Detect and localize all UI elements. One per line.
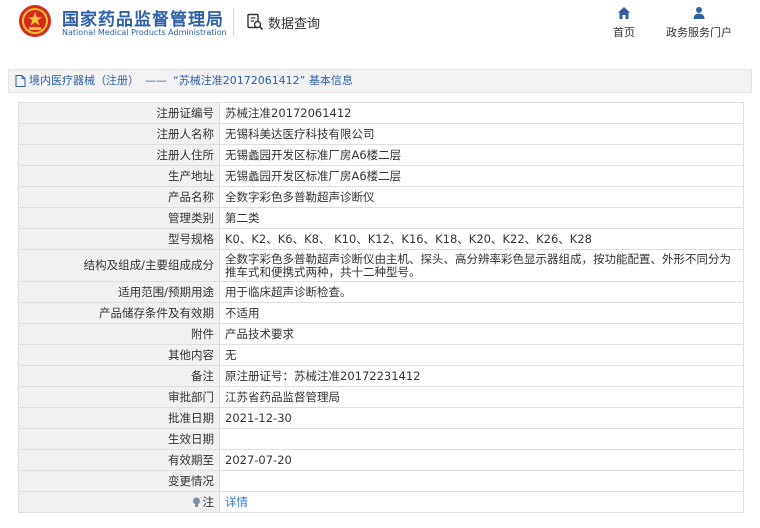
row-label: 备注 (18, 365, 220, 387)
note-label: 注 (202, 494, 215, 509)
row-value: 无 (219, 344, 744, 366)
org-name-cn: 国家药品监督管理局 (62, 10, 224, 30)
row-label: 有效期至 (18, 449, 220, 471)
table-row: 审批部门 江苏省药品监督管理局 (18, 386, 744, 408)
table-row: 附件 产品技术要求 (18, 323, 744, 345)
table-row: 适用范围/预期用途 用于临床超声诊断检查。 (18, 281, 744, 303)
user-icon (693, 7, 705, 19)
row-label: 管理类别 (18, 207, 220, 229)
details-link[interactable]: 详情 (225, 495, 248, 509)
row-value: 无锡蠡园开发区标准厂房A6楼二层 (219, 144, 744, 166)
breadcrumb-current: “苏械注准20172061412” 基本信息 (173, 74, 353, 87)
table-row: 有效期至 2027-07-20 (18, 449, 744, 471)
row-label: 型号规格 (18, 228, 220, 250)
home-icon (618, 7, 630, 19)
org-name-en: National Medical Products Administration (62, 28, 227, 37)
table-row: 注册证编号 苏械注准20172061412 (18, 102, 744, 124)
lightbulb-icon (192, 497, 200, 507)
row-label: 结构及组成/主要组成成分 (18, 249, 220, 282)
row-label: 生效日期 (18, 428, 220, 450)
row-label: 注册人名称 (18, 123, 220, 145)
table-row: 变更情况 (18, 470, 744, 492)
row-label: 注册证编号 (18, 102, 220, 124)
table-row: 注册人名称 无锡科美达医疗科技有限公司 (18, 123, 744, 145)
row-value: 用于临床超声诊断检查。 (219, 281, 744, 303)
search-document-icon (247, 13, 264, 31)
row-label: 审批部门 (18, 386, 220, 408)
row-label-note: 注 (18, 491, 220, 513)
row-value: 不适用 (219, 302, 744, 324)
row-value: 江苏省药品监督管理局 (219, 386, 744, 408)
national-emblem-icon (19, 5, 51, 37)
row-value: 2021-12-30 (219, 407, 744, 429)
breadcrumb: 境内医疗器械（注册） —— “苏械注准20172061412” 基本信息 (8, 69, 752, 93)
row-label: 批准日期 (18, 407, 220, 429)
nav-service-portal[interactable]: 政务服务门户 (654, 6, 744, 40)
row-label: 适用范围/预期用途 (18, 281, 220, 303)
row-value: 全数字彩色多普勒超声诊断仪由主机、探头、高分辨率彩色显示器组成，按功能配置、外形… (219, 249, 744, 282)
site-header: 国家药品监督管理局 National Medical Products Admi… (0, 0, 760, 60)
row-label: 生产地址 (18, 165, 220, 187)
row-value: K0、K2、K6、K8、 K10、K12、K16、K18、K20、K22、K26… (219, 228, 744, 250)
header-divider (233, 8, 234, 36)
breadcrumb-section[interactable]: 境内医疗器械（注册） (29, 70, 139, 92)
row-value: 无锡蠡园开发区标准厂房A6楼二层 (219, 165, 744, 187)
row-label: 附件 (18, 323, 220, 345)
row-value: 苏械注准20172061412 (219, 102, 744, 124)
row-value (219, 470, 744, 492)
row-label: 其他内容 (18, 344, 220, 366)
row-value: 全数字彩色多普勒超声诊断仪 (219, 186, 744, 208)
breadcrumb-separator: —— (145, 74, 167, 87)
table-row: 结构及组成/主要组成成分 全数字彩色多普勒超声诊断仪由主机、探头、高分辨率彩色显示… (18, 249, 744, 282)
row-label: 注册人住所 (18, 144, 220, 166)
table-row: 备注 原注册证号：苏械注准20172231412 (18, 365, 744, 387)
row-value: 第二类 (219, 207, 744, 229)
row-value: 详情 (219, 491, 744, 513)
row-value: 原注册证号：苏械注准20172231412 (219, 365, 744, 387)
nav-portal-label: 政务服务门户 (666, 26, 732, 39)
table-row: 型号规格 K0、K2、K6、K8、 K10、K12、K16、K18、K20、K22… (18, 228, 744, 250)
table-row: 管理类别 第二类 (18, 207, 744, 229)
data-query-label: 数据查询 (268, 16, 321, 32)
row-value: 产品技术要求 (219, 323, 744, 345)
document-icon (15, 75, 26, 87)
row-label: 产品储存条件及有效期 (18, 302, 220, 324)
table-row: 产品储存条件及有效期 不适用 (18, 302, 744, 324)
table-row: 生效日期 (18, 428, 744, 450)
row-value: 2027-07-20 (219, 449, 744, 471)
row-value: 无锡科美达医疗科技有限公司 (219, 123, 744, 145)
table-row: 注册人住所 无锡蠡园开发区标准厂房A6楼二层 (18, 144, 744, 166)
row-value (219, 428, 744, 450)
data-query-link[interactable]: 数据查询 (246, 10, 320, 34)
table-row: 生产地址 无锡蠡园开发区标准厂房A6楼二层 (18, 165, 744, 187)
registration-info-table: 注册证编号 苏械注准20172061412 注册人名称 无锡科美达医疗科技有限公司 … (18, 102, 744, 513)
nav-home[interactable]: 首页 (604, 6, 644, 40)
nav-home-label: 首页 (613, 26, 635, 39)
row-label: 产品名称 (18, 186, 220, 208)
table-row: 注 详情 (18, 491, 744, 513)
row-label: 变更情况 (18, 470, 220, 492)
table-row: 其他内容无 (18, 344, 744, 366)
table-row: 批准日期 2021-12-30 (18, 407, 744, 429)
table-row: 产品名称 全数字彩色多普勒超声诊断仪 (18, 186, 744, 208)
